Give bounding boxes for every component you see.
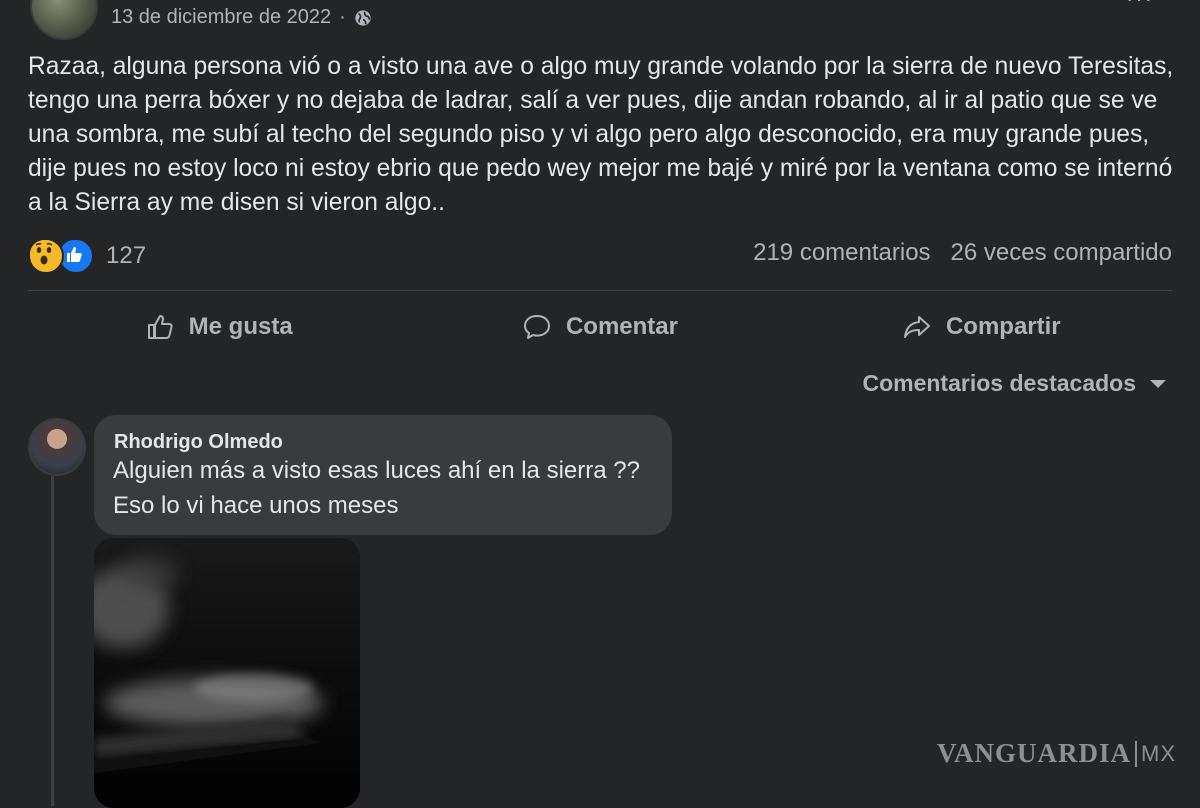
- post-action-bar: Me gusta Comentar Compartir: [28, 300, 1172, 354]
- wow-reaction-icon: [28, 238, 64, 274]
- reactions-count[interactable]: 127: [106, 242, 146, 270]
- comment-author-name[interactable]: Rhodrigo Olmedo: [114, 431, 283, 454]
- reply-thread-line: [51, 476, 54, 806]
- share-label: Compartir: [945, 313, 1061, 340]
- watermark-brand: VANGUARDIA: [936, 738, 1131, 768]
- post-text: Razaa, alguna persona vió o a visto una …: [28, 53, 1174, 216]
- shares-count-link[interactable]: 26 veces compartido: [951, 239, 1172, 267]
- more-options-icon[interactable]: ···: [1126, 0, 1154, 12]
- comment-text-line: Eso lo vi hace unos meses: [113, 492, 399, 519]
- comment-sort-dropdown[interactable]: Comentarios destacados: [862, 370, 1166, 397]
- comment-button[interactable]: Comentar: [409, 300, 790, 354]
- comments-count-link[interactable]: 219 comentarios: [753, 239, 930, 267]
- post-author-avatar[interactable]: [30, 0, 98, 40]
- post-timestamp[interactable]: 13 de diciembre de 2022 ·: [111, 6, 372, 29]
- comment-label: Comentar: [565, 313, 678, 340]
- night-sky-photo-image: [94, 538, 360, 808]
- vanguardia-watermark-logo: VANGUARDIA MX: [937, 738, 1176, 769]
- share-button[interactable]: Compartir: [791, 300, 1172, 354]
- separator-dot: ·: [339, 6, 346, 28]
- watermark-suffix: MX: [1135, 740, 1176, 767]
- speech-bubble-icon: [523, 315, 550, 339]
- post-date-text[interactable]: 13 de diciembre de 2022: [111, 6, 331, 29]
- like-button[interactable]: Me gusta: [28, 300, 409, 354]
- reactions-summary[interactable]: 127: [28, 238, 146, 274]
- like-label: Me gusta: [188, 313, 293, 340]
- caret-down-icon: [1150, 379, 1166, 388]
- post-stats: 219 comentarios 26 veces compartido: [753, 239, 1172, 267]
- comment-attached-photo[interactable]: [94, 538, 360, 808]
- share-arrow-icon: [903, 316, 930, 338]
- globe-icon: [355, 9, 371, 26]
- comment-text-line: Alguien más a visto esas luces ahí en la…: [113, 457, 640, 484]
- thumbs-up-icon: [147, 315, 173, 339]
- sort-label: Comentarios destacados: [862, 370, 1136, 396]
- divider-top: [28, 290, 1172, 291]
- commenter-avatar[interactable]: [28, 418, 86, 476]
